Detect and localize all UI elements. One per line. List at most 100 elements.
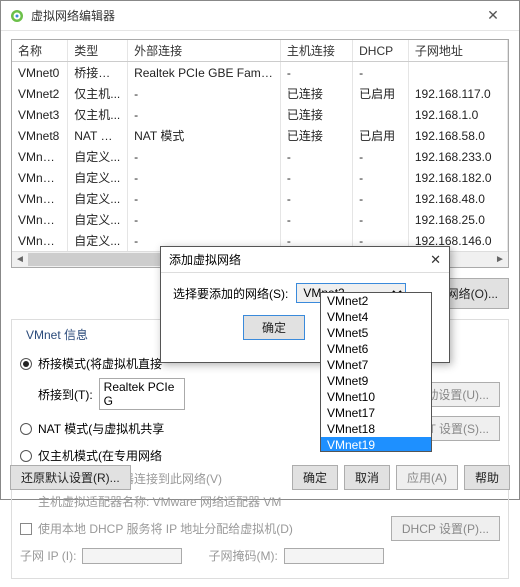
restore-defaults-button[interactable]: 还原默认设置(R)...: [10, 465, 131, 490]
radio-bridge-label: 桥接模式(将虚拟机直接: [38, 355, 162, 372]
table-cell: 192.168.117.0: [408, 83, 507, 104]
dropdown-option[interactable]: VMnet7: [321, 357, 431, 373]
table-cell: -: [280, 146, 352, 167]
subnet-mask-input[interactable]: [284, 548, 384, 564]
table-cell: 192.168.25.0: [408, 209, 507, 230]
table-cell: NAT 模式: [68, 125, 128, 146]
select-network-label: 选择要添加的网络(S):: [173, 285, 288, 302]
table-cell: -: [353, 146, 409, 167]
table-cell: 已启用: [353, 83, 409, 104]
dropdown-option[interactable]: VMnet4: [321, 309, 431, 325]
table-row[interactable]: VMnet12自定义...---192.168.182.0: [12, 167, 508, 188]
scroll-right-icon[interactable]: ►: [492, 254, 508, 265]
subnet-ip-label: 子网 IP (I):: [20, 547, 76, 564]
table-cell: VMnet13: [12, 188, 68, 209]
table-cell: -: [128, 209, 281, 230]
checkbox-dhcp[interactable]: [20, 523, 32, 535]
table-cell: 自定义...: [68, 167, 128, 188]
dropdown-option[interactable]: VMnet5: [321, 325, 431, 341]
table-cell: VMnet11: [12, 146, 68, 167]
dialog-title: 添加虚拟网络: [169, 251, 430, 268]
radio-hostonly-label: 仅主机模式(在专用网络: [38, 447, 162, 464]
table-cell: -: [353, 62, 409, 84]
subnet-mask-label: 子网掩码(M):: [208, 547, 277, 564]
table-cell: [353, 104, 409, 125]
table-cell: 桥接模式: [68, 62, 128, 84]
table-cell: -: [128, 104, 281, 125]
host-adapter-name: 主机虚拟适配器名称: VMware 网络适配器 VM: [38, 493, 281, 510]
table-cell: -: [128, 146, 281, 167]
table-cell: -: [280, 188, 352, 209]
section-legend: VMnet 信息: [22, 326, 92, 343]
column-header[interactable]: DHCP: [353, 40, 409, 62]
table-cell: 已连接: [280, 104, 352, 125]
column-header[interactable]: 外部连接: [128, 40, 281, 62]
window-titlebar: 虚拟网络编辑器 ✕: [1, 1, 519, 31]
table-row[interactable]: VMnet13自定义...---192.168.48.0: [12, 188, 508, 209]
table-cell: VMnet2: [12, 83, 68, 104]
table-cell: 自定义...: [68, 230, 128, 251]
dropdown-option[interactable]: VMnet10: [321, 389, 431, 405]
scroll-left-icon[interactable]: ◄: [12, 254, 28, 265]
table-row[interactable]: VMnet11自定义...---192.168.233.0: [12, 146, 508, 167]
table-cell: VMnet3: [12, 104, 68, 125]
table-row[interactable]: VMnet0桥接模式Realtek PCIe GBE Family Contr.…: [12, 62, 508, 84]
help-button[interactable]: 帮助: [464, 465, 510, 490]
checkbox-dhcp-label: 使用本地 DHCP 服务将 IP 地址分配给虚拟机(D): [38, 520, 293, 537]
column-header[interactable]: 主机连接: [280, 40, 352, 62]
table-cell: VMnet15: [12, 230, 68, 251]
table-cell: -: [280, 209, 352, 230]
table-cell: 自定义...: [68, 209, 128, 230]
cancel-button[interactable]: 取消: [344, 465, 390, 490]
ok-button[interactable]: 确定: [292, 465, 338, 490]
table-cell: NAT 模式: [128, 125, 281, 146]
network-dropdown-list[interactable]: VMnet2VMnet4VMnet5VMnet6VMnet7VMnet9VMne…: [320, 292, 432, 452]
column-header[interactable]: 名称: [12, 40, 68, 62]
dropdown-option[interactable]: VMnet9: [321, 373, 431, 389]
apply-button[interactable]: 应用(A): [396, 465, 458, 490]
table-cell: 192.168.233.0: [408, 146, 507, 167]
radio-hostonly[interactable]: [20, 450, 32, 462]
table-cell: 192.168.1.0: [408, 104, 507, 125]
table-row[interactable]: VMnet2仅主机...-已连接已启用192.168.117.0: [12, 83, 508, 104]
table-cell: -: [128, 83, 281, 104]
dropdown-option[interactable]: VMnet18: [321, 421, 431, 437]
table-cell: 自定义...: [68, 188, 128, 209]
table-cell: 仅主机...: [68, 83, 128, 104]
radio-bridge[interactable]: [20, 358, 32, 370]
table-cell: -: [128, 167, 281, 188]
dropdown-option[interactable]: VMnet2: [321, 293, 431, 309]
table-cell: -: [353, 167, 409, 188]
column-header[interactable]: 类型: [68, 40, 128, 62]
dialog-ok-button[interactable]: 确定: [243, 315, 305, 340]
column-header[interactable]: 子网地址: [408, 40, 507, 62]
table-row[interactable]: VMnet8NAT 模式NAT 模式已连接已启用192.168.58.0: [12, 125, 508, 146]
bridge-to-label: 桥接到(T):: [38, 386, 93, 403]
table-cell: VMnet0: [12, 62, 68, 84]
radio-nat-label: NAT 模式(与虚拟机共享: [38, 420, 164, 437]
dropdown-option[interactable]: VMnet19: [321, 437, 431, 452]
dropdown-option[interactable]: VMnet6: [321, 341, 431, 357]
table-cell: -: [128, 188, 281, 209]
dhcp-settings-button[interactable]: DHCP 设置(P)...: [391, 516, 500, 541]
subnet-ip-input[interactable]: [82, 548, 182, 564]
radio-nat[interactable]: [20, 423, 32, 435]
app-icon: [9, 8, 25, 24]
table-cell: 自定义...: [68, 146, 128, 167]
table-cell: 已启用: [353, 125, 409, 146]
table-cell: [408, 62, 507, 84]
bridge-to-select[interactable]: Realtek PCIe G: [99, 378, 185, 410]
table-cell: 仅主机...: [68, 104, 128, 125]
table-cell: -: [280, 167, 352, 188]
dropdown-option[interactable]: VMnet17: [321, 405, 431, 421]
table-cell: 192.168.48.0: [408, 188, 507, 209]
table-cell: -: [353, 209, 409, 230]
close-icon[interactable]: ✕: [471, 7, 515, 24]
table-cell: -: [280, 62, 352, 84]
table-cell: -: [353, 188, 409, 209]
table-row[interactable]: VMnet14自定义...---192.168.25.0: [12, 209, 508, 230]
dialog-close-icon[interactable]: ✕: [430, 252, 441, 268]
table-cell: VMnet12: [12, 167, 68, 188]
table-row[interactable]: VMnet3仅主机...-已连接 192.168.1.0: [12, 104, 508, 125]
table-cell: 已连接: [280, 125, 352, 146]
